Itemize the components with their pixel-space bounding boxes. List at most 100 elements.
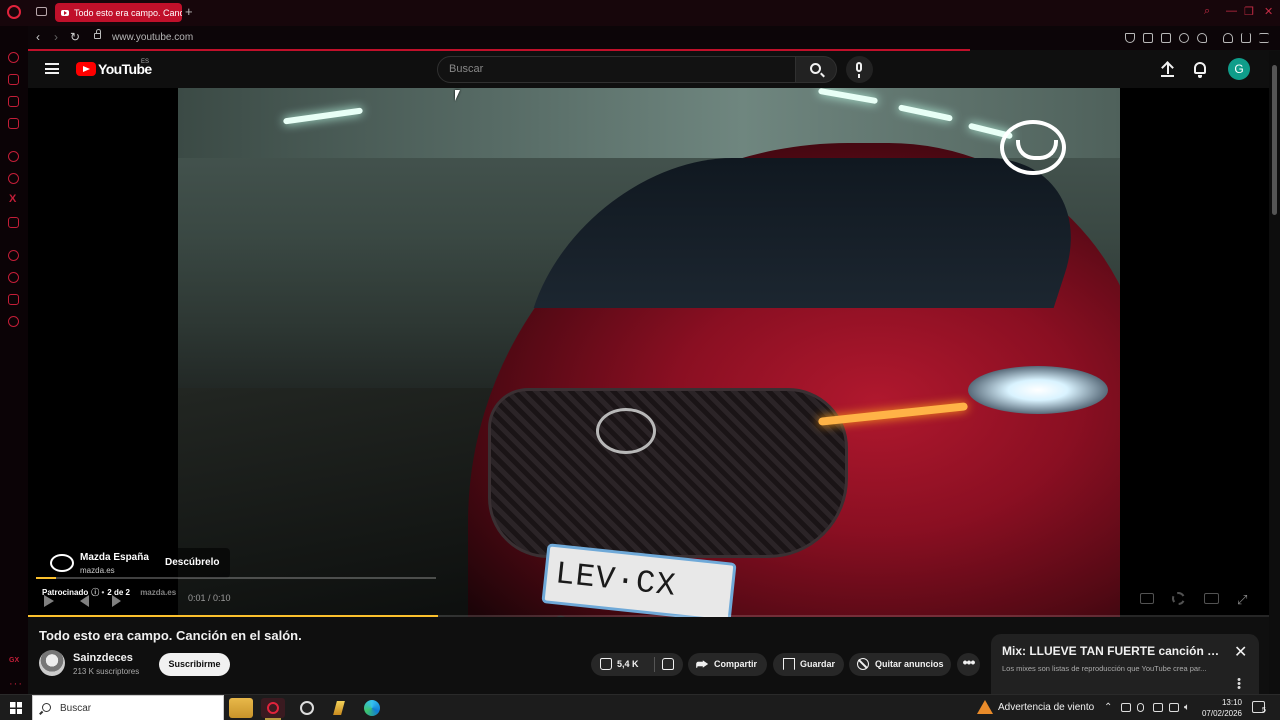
system-clock[interactable]: 13:10 07/02/2026 [1198, 697, 1242, 719]
ad-cta-button[interactable]: Descúbrelo [165, 557, 219, 568]
account-avatar[interactable]: G [1228, 58, 1250, 80]
file-explorer-icon[interactable] [229, 698, 253, 718]
forward-icon[interactable]: › [54, 30, 58, 44]
youtube-logo-icon[interactable] [76, 62, 96, 76]
subscribe-button[interactable]: Suscribirme [159, 653, 230, 676]
tray-app-icon[interactable] [1153, 703, 1163, 712]
windows-logo-icon[interactable] [10, 702, 22, 714]
lock-icon [94, 29, 101, 39]
x-twitter-icon[interactable]: X [9, 193, 16, 205]
vpn-shield-icon[interactable] [1161, 33, 1171, 43]
url-field[interactable]: www.youtube.com [112, 32, 193, 43]
share-label: Compartir [714, 659, 758, 669]
sidebar-more-icon[interactable]: ··· [9, 678, 23, 690]
opera-gx-taskbar-icon[interactable] [261, 698, 285, 718]
settings-icon[interactable] [8, 316, 19, 327]
volume-icon[interactable]: 🔈︎ [1184, 702, 1190, 713]
pen-app-icon[interactable] [327, 698, 351, 718]
info-icon[interactable]: ⓘ • [91, 588, 104, 597]
display-icon[interactable] [1169, 703, 1179, 712]
messenger-icon[interactable] [8, 96, 19, 107]
more-actions-button[interactable]: ••• [957, 653, 980, 676]
ad-info-line: Patrocinado ⓘ • 2 de 2 mazda.es [42, 587, 176, 598]
share-icon: ⮫ [696, 657, 709, 672]
player-icon[interactable] [1179, 33, 1189, 43]
close-window-icon[interactable]: ✕ [1264, 5, 1273, 18]
vk-icon[interactable] [8, 151, 19, 162]
search-input[interactable]: Buscar [437, 56, 796, 83]
search-tabs-icon[interactable]: ⌕ [1204, 5, 1210, 18]
whatsapp-icon[interactable] [8, 173, 19, 184]
news-icon[interactable] [8, 118, 19, 129]
subtitles-icon[interactable] [1140, 593, 1154, 604]
channel-avatar[interactable] [39, 650, 65, 676]
theater-mode-icon[interactable] [1204, 593, 1219, 604]
browser-tab-active[interactable]: Todo esto era campo. Canc [55, 3, 182, 22]
new-tab-button[interactable]: + [185, 4, 193, 19]
mix-playlist-panel[interactable]: Mix: LLUEVE TAN FUERTE canción e... Los … [991, 634, 1259, 694]
restore-window-icon[interactable]: ❐ [1244, 5, 1254, 18]
reload-icon[interactable]: ↻ [70, 30, 80, 44]
opera-logo-icon[interactable] [7, 5, 21, 19]
mix-title[interactable]: Mix: LLUEVE TAN FUERTE canción e... [1002, 644, 1222, 658]
bell-icon[interactable] [1194, 62, 1206, 78]
workspace-icon[interactable] [8, 74, 19, 85]
windows-taskbar: Buscar Advertencia de viento ⌃ 🔈︎ 13:10 … [0, 694, 1280, 720]
save-button[interactable]: Guardar [773, 653, 844, 676]
discord-icon[interactable] [8, 217, 19, 228]
minimize-window-icon[interactable]: — [1226, 5, 1237, 17]
play-icon[interactable] [44, 595, 54, 607]
extensions-icon[interactable] [8, 294, 19, 305]
advertiser-name: Mazda España [80, 552, 149, 563]
page-scrollbar[interactable] [1269, 51, 1280, 694]
heart-icon[interactable] [1197, 33, 1207, 43]
weather-alert[interactable]: Advertencia de viento [998, 702, 1094, 713]
settings-gear-icon[interactable] [1172, 592, 1185, 605]
edge-icon[interactable] [360, 698, 384, 718]
taskbar-search-input[interactable]: Buscar [32, 695, 224, 720]
remove-ads-button[interactable]: Quitar anuncios [849, 653, 951, 676]
history-icon[interactable] [8, 272, 19, 283]
tabs-icon[interactable] [36, 7, 47, 16]
fullscreen-icon[interactable]: ⤢ [1237, 592, 1247, 608]
next-icon[interactable] [112, 595, 121, 607]
close-icon[interactable]: ✕ [1234, 642, 1247, 662]
bookmark-icon[interactable] [1125, 33, 1135, 43]
like-count[interactable]: 5,4 K [617, 653, 639, 676]
menu-icon[interactable] [45, 63, 59, 74]
network-icon[interactable] [1121, 703, 1131, 712]
gx-icon[interactable]: GX [9, 657, 19, 664]
channel-name[interactable]: Sainzdeces [73, 652, 133, 664]
like-dislike-group: 5,4 K [591, 653, 683, 676]
save-icon [783, 658, 795, 670]
snapshot-icon[interactable] [1143, 33, 1153, 43]
save-label: Guardar [800, 659, 836, 669]
obs-icon[interactable] [295, 698, 319, 718]
previous-icon[interactable] [80, 595, 89, 607]
tray-chevron-icon[interactable]: ⌃ [1104, 702, 1112, 713]
voice-search-button[interactable] [846, 56, 873, 83]
video-title: Todo esto era campo. Canción en el salón… [39, 628, 302, 643]
ad-domain[interactable]: mazda.es [140, 588, 176, 597]
video-progress-bar[interactable] [28, 615, 1269, 617]
back-icon[interactable]: ‹ [36, 30, 40, 44]
scrollbar-thumb[interactable] [1272, 65, 1277, 215]
video-player[interactable]: LEV·CX 60F Mazda España mazda.es Descúbr… [28, 88, 1269, 617]
dislike-icon[interactable] [662, 658, 674, 670]
tray-mic-icon[interactable] [1137, 703, 1144, 712]
account-icon[interactable] [1223, 33, 1233, 43]
easy-setup-icon[interactable] [1259, 33, 1269, 43]
player-sidebar-icon[interactable] [8, 250, 19, 261]
aria-icon[interactable] [8, 52, 19, 63]
block-icon [857, 658, 869, 670]
address-bar: ‹ › ↻ www.youtube.com [28, 26, 1280, 50]
mix-menu-icon[interactable]: • • • [1236, 675, 1242, 694]
download-icon[interactable] [1241, 33, 1251, 43]
share-button[interactable]: ⮫ Compartir [688, 653, 767, 676]
ad-advertiser-card[interactable]: Mazda España mazda.es Descúbrelo [41, 548, 230, 578]
warning-icon[interactable] [977, 700, 993, 714]
subscriber-count: 213 K suscriptores [73, 667, 140, 676]
like-icon[interactable] [600, 658, 612, 670]
screen: Todo esto era campo. Canc + ⌕ — ❐ ✕ ‹ › … [0, 0, 1280, 720]
search-button[interactable] [795, 56, 837, 83]
